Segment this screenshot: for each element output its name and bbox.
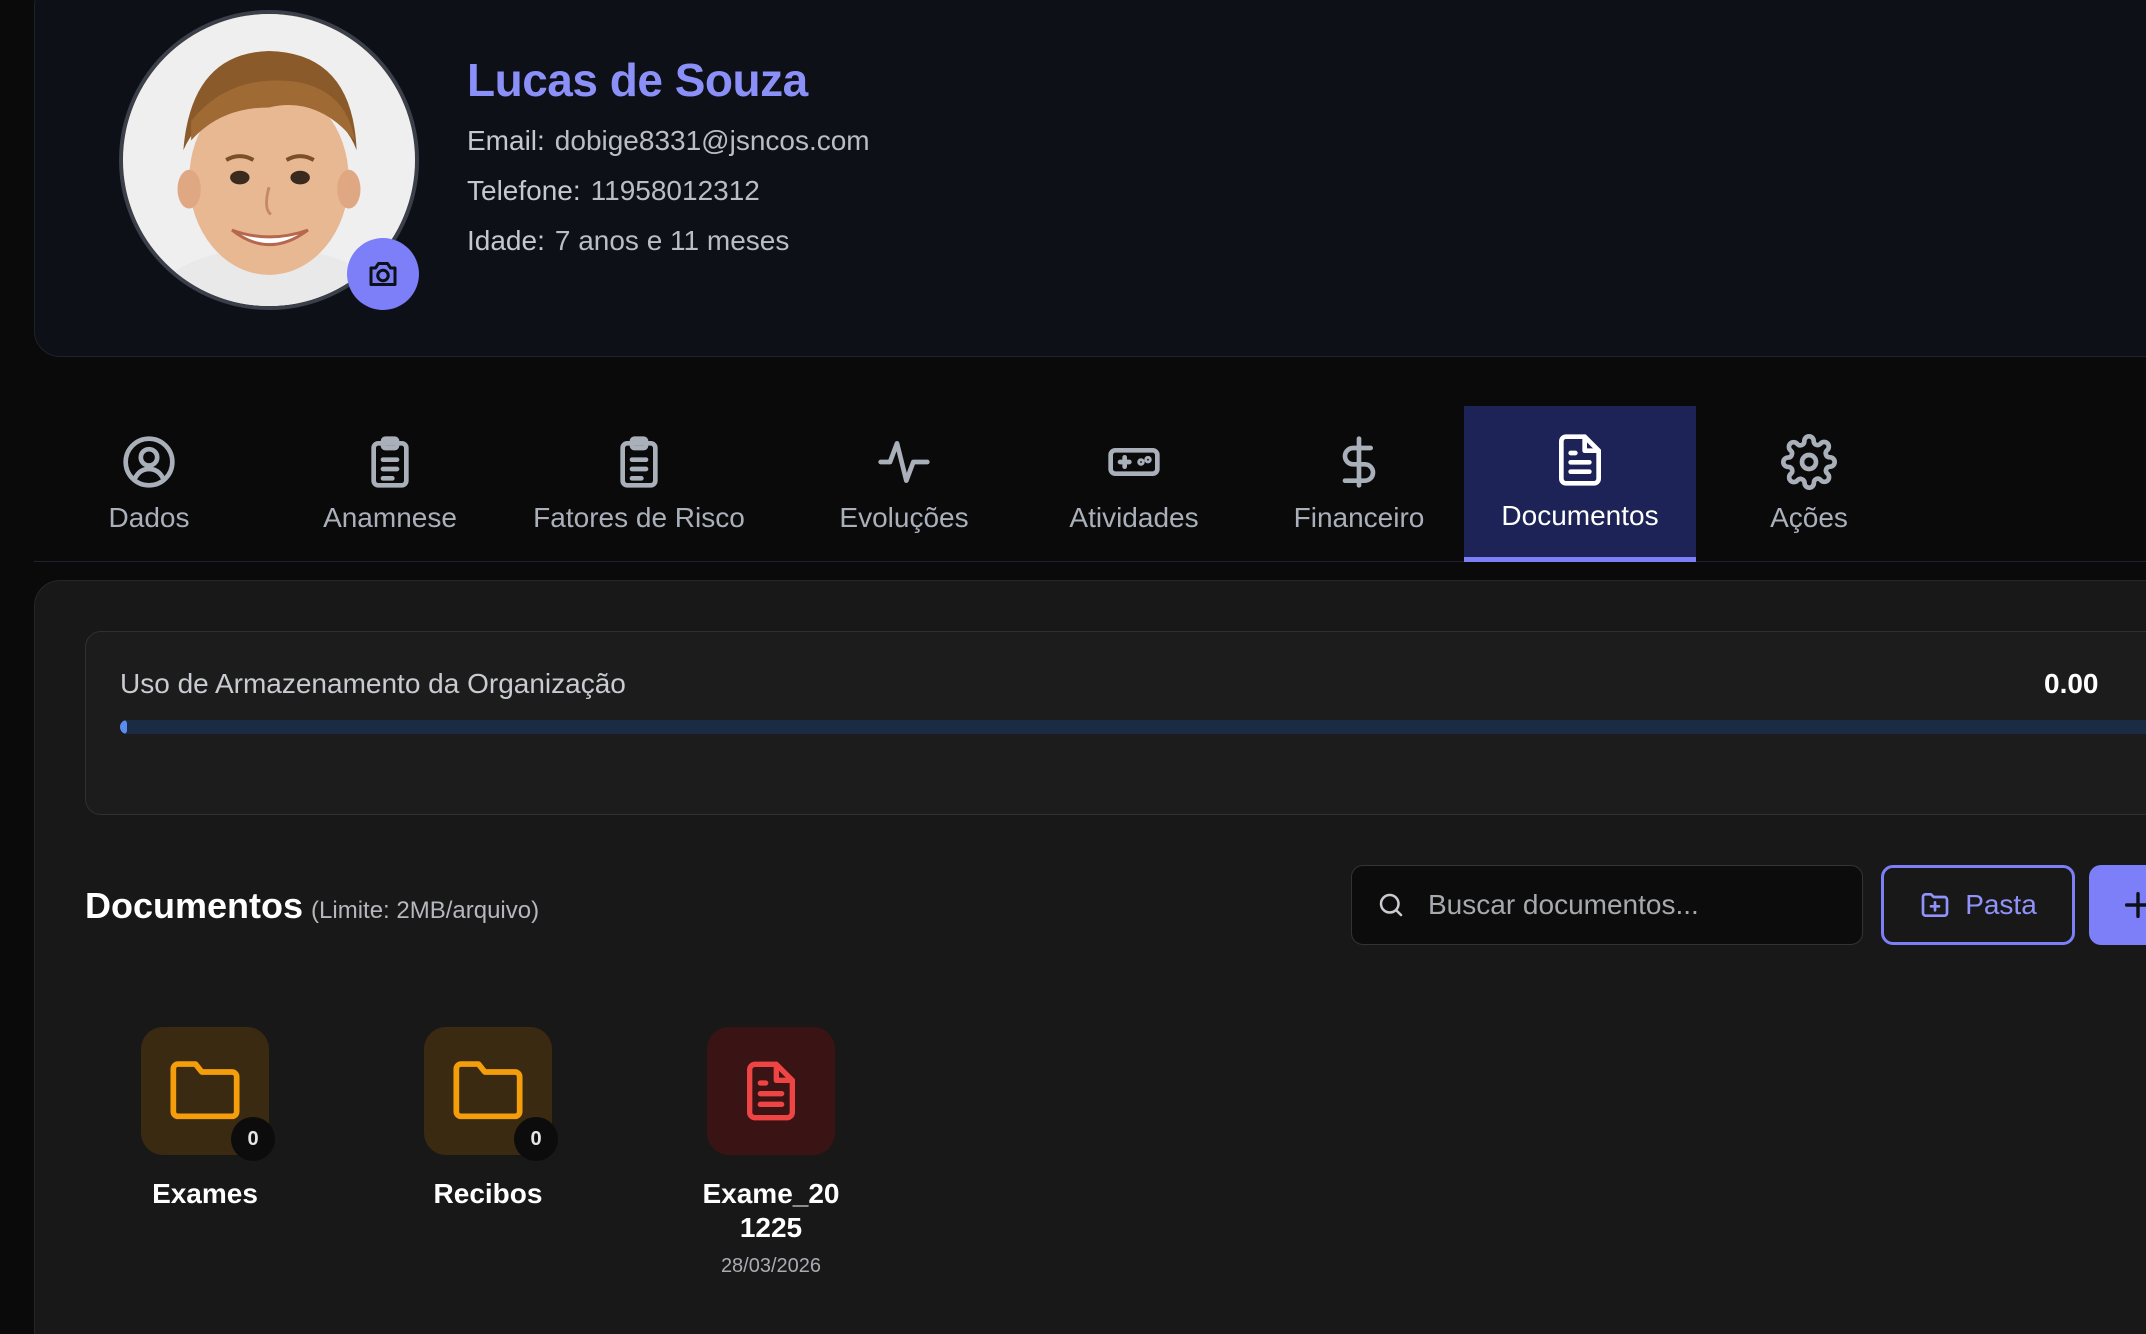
tab-label: Ações	[1770, 502, 1848, 533]
avatar-wrapper	[119, 10, 419, 310]
folder-icon	[453, 1061, 523, 1120]
age-label: Idade:	[467, 225, 545, 256]
activity-icon	[878, 441, 930, 483]
change-photo-button[interactable]	[347, 238, 419, 310]
tab-financeiro[interactable]: Financeiro	[1264, 406, 1454, 562]
clipboard-list-icon	[620, 436, 658, 488]
page: Lucas de Souza Email: dobige8331@jsncos.c…	[0, 0, 2146, 1334]
folder-item-exames[interactable]: 0 Exames	[110, 1027, 300, 1211]
phone-label: Telefone:	[467, 175, 581, 206]
folder-icon	[170, 1061, 240, 1120]
item-name: Exame_201225	[702, 1178, 840, 1243]
tab-bar: Dados Anamnese Fatores de Risco Evoluçõe…	[34, 406, 2146, 562]
age-row: Idade: 7 anos e 11 meses	[467, 225, 870, 257]
dollar-icon	[1342, 436, 1376, 488]
storage-value: 0.00	[2044, 668, 2099, 699]
storage-usage-card: Uso de Armazenamento da Organização 0.00	[85, 631, 2146, 815]
item-name: Recibos	[433, 1178, 543, 1209]
tab-fatores-de-risco[interactable]: Fatores de Risco	[514, 406, 764, 562]
gamepad-icon	[1108, 448, 1160, 476]
tab-anamnese[interactable]: Anamnese	[290, 406, 490, 562]
tab-atividades[interactable]: Atividades	[1034, 406, 1234, 562]
age-value: 7 anos e 11 meses	[554, 225, 790, 256]
tab-acoes[interactable]: Ações	[1724, 406, 1894, 562]
item-count-badge: 0	[514, 1117, 558, 1161]
email-value: dobige8331@jsncos.com	[554, 125, 870, 156]
folder-tile: 0	[141, 1027, 275, 1161]
documents-panel: Uso de Armazenamento da Organização 0.00…	[34, 580, 2146, 1334]
folder-tile: 0	[424, 1027, 558, 1161]
storage-progress-fill	[120, 720, 127, 734]
tab-label: Dados	[108, 502, 190, 533]
gear-icon	[1781, 434, 1837, 490]
file-text-icon	[747, 1061, 795, 1121]
file-text-icon	[1559, 433, 1601, 486]
file-tile	[707, 1027, 835, 1155]
email-row: Email: dobige8331@jsncos.com	[467, 125, 870, 157]
tab-evolucoes[interactable]: Evoluções	[804, 406, 1004, 562]
tab-documentos[interactable]: Documentos	[1464, 406, 1696, 562]
documents-title: Documentos	[85, 885, 304, 926]
plus-icon	[2124, 891, 2146, 919]
phone-value: 11958012312	[590, 175, 760, 206]
profile-card: Lucas de Souza Email: dobige8331@jsncos.c…	[34, 0, 2146, 357]
new-folder-button[interactable]: Pasta	[1881, 865, 2075, 945]
patient-name: Lucas de Souza	[467, 54, 808, 106]
item-date: 28/03/2026	[720, 1255, 822, 1277]
file-item-exame-201225[interactable]: Exame_201225 28/03/2026	[676, 1027, 866, 1278]
storage-progress-bar	[120, 720, 2146, 734]
folder-plus-icon	[1921, 893, 1949, 917]
tab-label: Anamnese	[323, 502, 457, 533]
user-circle-icon	[123, 436, 175, 488]
tab-dados[interactable]: Dados	[64, 406, 234, 562]
tab-label: Financeiro	[1293, 502, 1425, 533]
tab-label: Atividades	[1069, 502, 1199, 533]
tab-label: Evoluções	[839, 502, 969, 533]
tab-label: Fatores de Risco	[533, 502, 745, 533]
search-icon	[1379, 893, 1403, 917]
documents-heading: Documentos (Limite: 2MB/arquivo)	[85, 885, 539, 927]
search-input[interactable]	[1428, 889, 1862, 921]
phone-row: Telefone: 11958012312	[467, 175, 870, 207]
new-folder-label: Pasta	[1965, 889, 2037, 920]
folder-item-recibos[interactable]: 0 Recibos	[393, 1027, 583, 1211]
clipboard-list-icon	[371, 436, 409, 488]
camera-icon	[369, 262, 397, 286]
search-box	[1351, 865, 1863, 945]
email-label: Email:	[467, 125, 545, 156]
upload-document-button[interactable]	[2089, 865, 2146, 945]
tab-label: Documentos	[1501, 499, 1659, 531]
profile-info: Lucas de Souza Email: dobige8331@jsncos.c…	[467, 53, 870, 257]
documents-limit: (Limite: 2MB/arquivo)	[311, 897, 540, 924]
item-count-badge: 0	[231, 1117, 275, 1161]
item-name: Exames	[152, 1178, 258, 1209]
storage-label: Uso de Armazenamento da Organização	[120, 668, 626, 699]
